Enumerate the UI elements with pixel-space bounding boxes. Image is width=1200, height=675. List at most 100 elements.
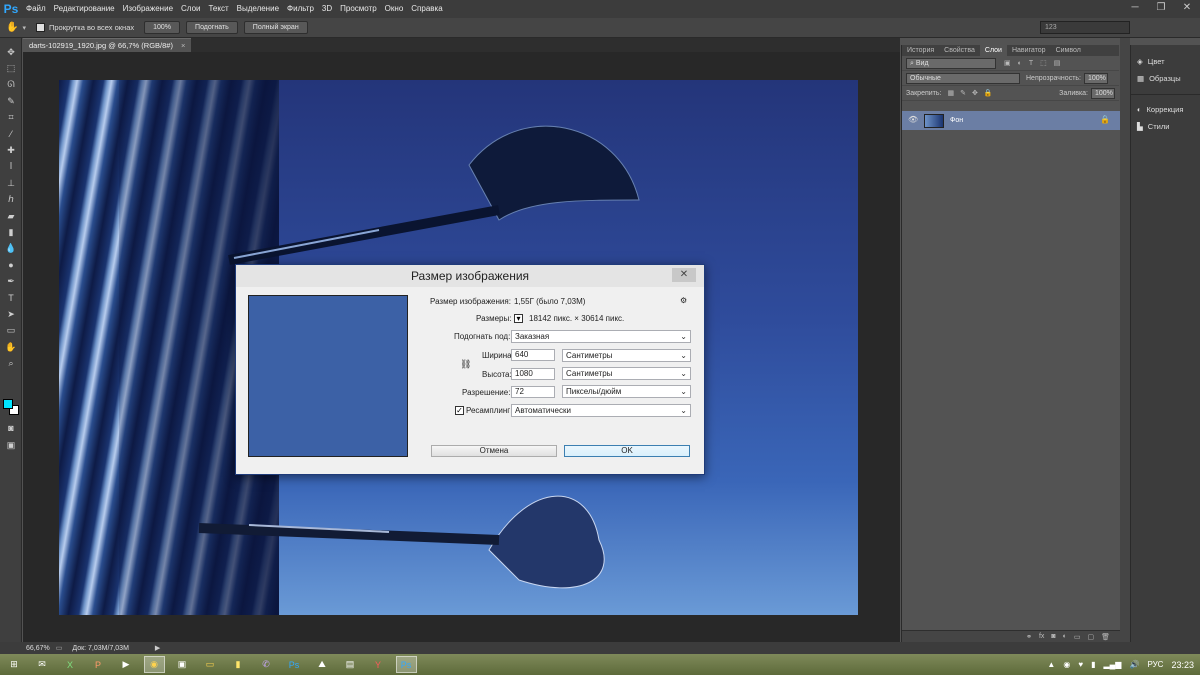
- dialog-close-button[interactable]: ✕: [672, 268, 696, 282]
- chrome-app-icon[interactable]: ◉: [143, 656, 165, 673]
- viber-app-icon[interactable]: ✆: [256, 656, 277, 673]
- width-input[interactable]: 640: [511, 349, 555, 361]
- height-input[interactable]: 1080: [511, 368, 555, 380]
- document-tab[interactable]: darts-102919_1920.jpg @ 66,7% (RGB/8#) ×: [23, 38, 191, 52]
- zoom-100-button[interactable]: 100%: [144, 21, 181, 34]
- menu-window[interactable]: Окно: [381, 0, 408, 18]
- panel-collapse-strip[interactable]: [1120, 38, 1130, 642]
- tray-app2-icon[interactable]: ♥: [1078, 660, 1083, 669]
- zoom-level[interactable]: 66,67%: [26, 645, 50, 652]
- lasso-tool-icon[interactable]: ᘏ: [0, 77, 22, 93]
- image-viewer-app-icon[interactable]: ⛰: [312, 656, 333, 673]
- maximize-icon[interactable]: ❐: [1148, 0, 1174, 16]
- scroll-all-windows-checkbox[interactable]: [35, 23, 45, 32]
- layer-filter-select[interactable]: ⌕ Вид: [906, 57, 996, 69]
- dock-color[interactable]: ◈ Цвет: [1131, 53, 1200, 70]
- eyedropper-tool-icon[interactable]: ⁄: [0, 126, 22, 142]
- fill-screen-button[interactable]: Полный экран: [243, 21, 308, 34]
- fill-input[interactable]: 100%: [1091, 87, 1115, 99]
- tab-character[interactable]: Символ: [1051, 45, 1086, 56]
- photoshop-active-taskbar-icon[interactable]: Ps: [395, 656, 417, 673]
- width-unit-select[interactable]: Сантиметры ⌄: [562, 349, 691, 362]
- dock-adjustments[interactable]: ◐ Коррекция: [1131, 101, 1200, 118]
- tab-history[interactable]: История: [902, 45, 939, 56]
- tray-show-hidden-icon[interactable]: ▲: [1047, 660, 1055, 669]
- outlook-app-icon[interactable]: ✉: [32, 656, 53, 673]
- menu-image[interactable]: Изображение: [119, 0, 177, 18]
- blur-tool-icon[interactable]: 💧: [0, 241, 22, 257]
- new-group-icon[interactable]: ▭: [1074, 633, 1081, 641]
- menu-view[interactable]: Просмотр: [336, 0, 381, 18]
- fit-screen-button[interactable]: Подогнать: [186, 21, 238, 34]
- start-icon[interactable]: ⊞: [4, 656, 25, 673]
- layer-filter-icons[interactable]: ▣◐T⬚▤: [1004, 59, 1067, 67]
- resolution-input[interactable]: 72: [511, 386, 555, 398]
- menu-layers[interactable]: Слои: [177, 0, 204, 18]
- quick-mask-icon[interactable]: ◙: [0, 420, 22, 436]
- menu-filter[interactable]: Фильтр: [283, 0, 318, 18]
- yandex-app-icon[interactable]: Y: [368, 656, 389, 673]
- network-icon[interactable]: ▂▄▆: [1103, 660, 1121, 669]
- powerpoint-app-icon[interactable]: P: [88, 656, 109, 673]
- explorer-app-icon[interactable]: ▭: [200, 656, 221, 673]
- battery-icon[interactable]: ▮: [1091, 660, 1095, 669]
- cancel-button[interactable]: Отмена: [431, 445, 557, 457]
- tool-preset-chevron-icon[interactable]: ▾: [22, 24, 26, 32]
- tab-layers[interactable]: Слои: [979, 45, 1007, 56]
- volume-icon[interactable]: 🔊: [1129, 660, 1139, 669]
- resample-checkbox[interactable]: ✓: [455, 406, 464, 415]
- clock[interactable]: 23:23: [1171, 660, 1194, 670]
- tray-app-icon[interactable]: ◉: [1063, 660, 1070, 669]
- foreground-color-swatch[interactable]: [3, 399, 13, 409]
- layer-style-icon[interactable]: fx: [1039, 633, 1044, 640]
- new-layer-icon[interactable]: ▢: [1087, 633, 1094, 641]
- dimensions-dropdown-icon[interactable]: ▾: [514, 314, 523, 323]
- close-icon[interactable]: ✕: [1174, 0, 1200, 16]
- dialog-preview[interactable]: [248, 295, 408, 457]
- shape-tool-icon[interactable]: ▭: [0, 323, 22, 339]
- path-select-tool-icon[interactable]: ➤: [0, 306, 22, 322]
- lock-icons[interactable]: ▦✎✥🔒: [947, 89, 998, 97]
- tab-navigator[interactable]: Навигатор: [1007, 45, 1051, 56]
- document-tab-close-icon[interactable]: ×: [181, 41, 185, 50]
- opacity-input[interactable]: 100%: [1084, 72, 1108, 84]
- dodge-tool-icon[interactable]: ●: [0, 257, 22, 273]
- excel-app-icon[interactable]: X: [60, 656, 81, 673]
- type-tool-icon[interactable]: T: [0, 290, 22, 306]
- screen-mode-icon[interactable]: ▣: [0, 437, 22, 453]
- resample-select[interactable]: Автоматически ⌄: [511, 404, 691, 417]
- eraser-tool-icon[interactable]: ▰: [0, 208, 22, 224]
- fit-to-select[interactable]: Заказная ⌄: [511, 330, 691, 343]
- document-app-icon[interactable]: ▤: [340, 656, 361, 673]
- status-export-icon[interactable]: ▭: [56, 644, 63, 652]
- height-unit-select[interactable]: Сантиметры ⌄: [562, 367, 691, 380]
- resolution-unit-select[interactable]: Пикселы/дюйм ⌄: [562, 385, 691, 398]
- dock-styles[interactable]: ▙ Стили: [1131, 118, 1200, 135]
- workspace-field[interactable]: 123: [1040, 21, 1130, 34]
- delete-layer-icon[interactable]: 🗑: [1101, 633, 1110, 641]
- tab-properties[interactable]: Свойства: [939, 45, 980, 56]
- menu-select[interactable]: Выделение: [233, 0, 283, 18]
- hand-tool-icon[interactable]: ✋: [0, 339, 22, 355]
- constrain-link-icon[interactable]: ⛓: [460, 359, 471, 370]
- gradient-tool-icon[interactable]: ▮: [0, 224, 22, 240]
- marquee-tool-icon[interactable]: ⬚: [0, 60, 22, 76]
- history-brush-tool-icon[interactable]: ℎ: [0, 192, 22, 208]
- media-player-icon[interactable]: ▣: [172, 656, 193, 673]
- crop-tool-icon[interactable]: ⌗: [0, 110, 22, 126]
- layer-name[interactable]: Фон: [950, 117, 963, 124]
- menu-3d[interactable]: 3D: [318, 0, 336, 18]
- input-language[interactable]: РУС: [1147, 660, 1163, 669]
- blend-mode-select[interactable]: Обычные: [906, 72, 1020, 84]
- ok-button[interactable]: OK: [564, 445, 690, 457]
- media-app-icon[interactable]: ▶: [116, 656, 137, 673]
- add-mask-icon[interactable]: ◙: [1051, 633, 1055, 640]
- stamp-tool-icon[interactable]: ⊥: [0, 175, 22, 191]
- brush-tool-icon[interactable]: ⅼ: [0, 159, 22, 175]
- photoshop-taskbar-icon[interactable]: Ps: [284, 656, 305, 673]
- menu-edit[interactable]: Редактирование: [50, 0, 119, 18]
- move-tool-icon[interactable]: ✥: [0, 44, 22, 60]
- link-layers-icon[interactable]: ⚭: [1026, 633, 1032, 641]
- settings-gear-icon[interactable]: ⚙: [680, 296, 687, 305]
- zoom-tool-icon[interactable]: ⌕: [0, 355, 22, 371]
